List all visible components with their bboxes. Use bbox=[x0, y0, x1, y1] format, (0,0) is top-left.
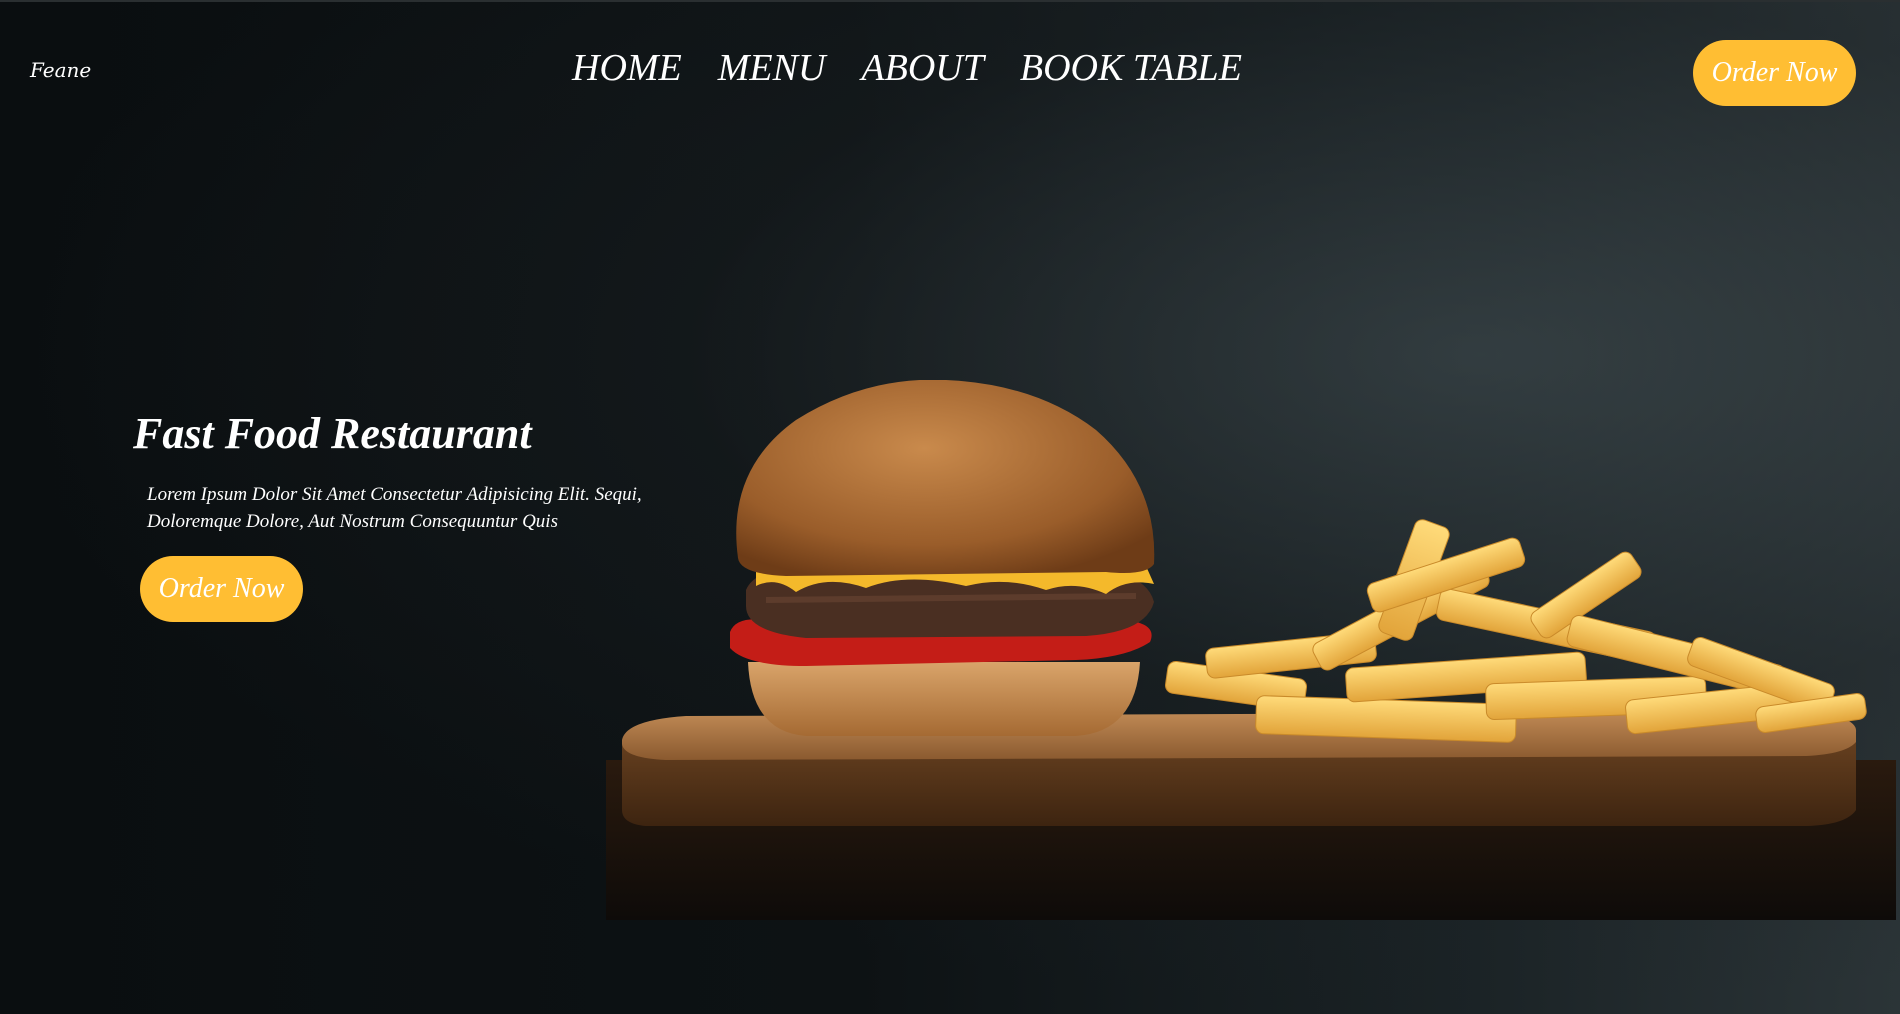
main-nav: HOME MENU ABOUT BOOK TABLE bbox=[572, 46, 1242, 90]
nav-menu[interactable]: MENU bbox=[718, 46, 826, 90]
fries bbox=[1164, 519, 1867, 743]
hero-description: Lorem Ipsum Dolor Sit Amet Consectetur A… bbox=[147, 484, 642, 532]
nav-about[interactable]: ABOUT bbox=[861, 46, 983, 90]
hero-order-button[interactable]: Order Now bbox=[140, 556, 303, 622]
brand-logo[interactable]: Feane bbox=[30, 58, 91, 82]
nav-book-table[interactable]: BOOK TABLE bbox=[1020, 46, 1242, 90]
hero-title: Fast Food Restaurant bbox=[133, 409, 532, 458]
top-border bbox=[0, 0, 1900, 2]
header-order-button[interactable]: Order Now bbox=[1693, 40, 1856, 106]
nav-home[interactable]: HOME bbox=[572, 46, 682, 90]
burger-and-fries-photo bbox=[606, 380, 1896, 920]
